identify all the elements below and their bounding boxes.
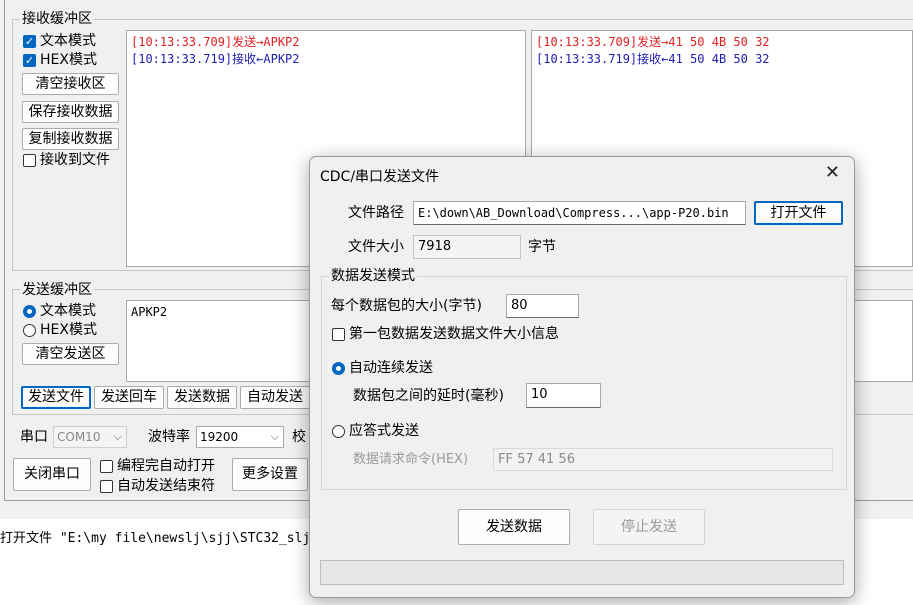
file-path-field[interactable]: E:\down\AB_Download\Compress...\app-P20.…: [413, 201, 746, 225]
receive-text-line-received: [10:13:33.719]接收←APKP2: [131, 52, 300, 66]
baud-select[interactable]: 19200 ⌵: [196, 426, 284, 448]
baud-value: 19200: [200, 430, 239, 444]
delay-value: 10: [531, 387, 548, 402]
request-command-field: FF 57 41 56: [493, 448, 833, 471]
main-frame-left: [4, 0, 5, 501]
receive-hex-mode-checkbox[interactable]: ✓: [23, 54, 36, 67]
file-path-label: 文件路径: [348, 205, 404, 221]
auto-continuous-radio[interactable]: [332, 362, 345, 375]
dialog-send-data-button[interactable]: 发送数据: [458, 509, 570, 545]
send-hex-mode-radio[interactable]: [23, 324, 36, 337]
receive-hex-line-sent: [10:13:33.709]发送→41 50 4B 50 32: [536, 35, 770, 49]
chevron-down-icon: ⌵: [113, 430, 122, 443]
copy-receive-button[interactable]: 复制接收数据: [22, 128, 119, 150]
receive-hex-mode-label: HEX模式: [40, 52, 97, 68]
port-select[interactable]: COM10 ⌵: [53, 426, 127, 448]
auto-send-end-checkbox[interactable]: [100, 480, 113, 493]
send-file-dialog: CDC/串口发送文件 ✕ 文件路径 E:\down\AB_Download\Co…: [309, 156, 855, 598]
open-file-button[interactable]: 打开文件: [754, 201, 843, 225]
file-size-field: 7918: [413, 235, 521, 259]
ack-mode-label: 应答式发送: [349, 423, 419, 439]
clear-send-button[interactable]: 清空发送区: [22, 343, 119, 365]
send-progress-bar: [320, 560, 844, 585]
delay-input[interactable]: 10: [526, 383, 601, 408]
send-text-mode-label: 文本模式: [40, 303, 96, 319]
packet-size-value: 80: [511, 298, 528, 313]
dialog-stop-send-button[interactable]: 停止发送: [593, 509, 705, 545]
clear-receive-button[interactable]: 清空接收区: [22, 73, 119, 95]
first-packet-label: 第一包数据发送数据文件大小信息: [349, 326, 559, 342]
first-packet-checkbox[interactable]: [332, 328, 345, 341]
packet-size-input[interactable]: 80: [506, 294, 579, 318]
receive-to-file-label: 接收到文件: [40, 152, 110, 168]
request-command-value: FF 57 41 56: [498, 452, 575, 467]
send-enter-button[interactable]: 发送回车: [94, 386, 164, 409]
port-label: 串口: [20, 429, 48, 445]
save-receive-button[interactable]: 保存接收数据: [22, 101, 119, 123]
auto-send-button[interactable]: 自动发送: [240, 386, 310, 409]
file-size-unit: 字节: [528, 239, 556, 255]
send-group-title: 发送缓冲区: [20, 282, 94, 298]
more-settings-button[interactable]: 更多设置: [232, 458, 308, 491]
send-data-button[interactable]: 发送数据: [167, 386, 237, 409]
auto-open-label: 编程完自动打开: [117, 458, 215, 474]
file-size-label: 文件大小: [348, 239, 404, 255]
receive-group-title: 接收缓冲区: [20, 11, 94, 27]
status-text: 打开文件 "E:\my file\newslj\sjj\STC32_slj\: [0, 531, 319, 546]
auto-continuous-label: 自动连续发送: [349, 360, 433, 376]
auto-send-end-label: 自动发送结束符: [117, 478, 215, 494]
file-size-value: 7918: [418, 239, 452, 254]
request-command-label: 数据请求命令(HEX): [353, 452, 469, 467]
check-label: 校: [292, 429, 306, 445]
chevron-down-icon: ⌵: [270, 430, 279, 443]
close-icon[interactable]: ✕: [825, 162, 840, 183]
receive-text-mode-checkbox[interactable]: ✓: [23, 35, 36, 48]
packet-size-label: 每个数据包的大小(字节): [331, 298, 482, 314]
auto-open-checkbox[interactable]: [100, 460, 113, 473]
file-path-value: E:\down\AB_Download\Compress...\app-P20.…: [418, 206, 729, 220]
receive-to-file-checkbox[interactable]: [23, 154, 36, 167]
receive-hex-line-received: [10:13:33.719]接收←41 50 4B 50 32: [536, 52, 770, 66]
send-file-button[interactable]: 发送文件: [21, 386, 91, 409]
dialog-title: CDC/串口发送文件: [320, 169, 440, 185]
send-text-mode-radio[interactable]: [23, 305, 36, 318]
receive-text-mode-label: 文本模式: [40, 33, 96, 49]
send-mode-title: 数据发送模式: [329, 268, 417, 284]
ack-mode-radio[interactable]: [332, 425, 345, 438]
send-hex-mode-label: HEX模式: [40, 322, 97, 338]
receive-text-line-sent: [10:13:33.709]发送→APKP2: [131, 35, 300, 49]
port-value: COM10: [57, 430, 101, 444]
delay-label: 数据包之间的延时(毫秒): [353, 388, 504, 404]
baud-label: 波特率: [148, 429, 190, 445]
close-port-button[interactable]: 关闭串口: [13, 458, 91, 491]
